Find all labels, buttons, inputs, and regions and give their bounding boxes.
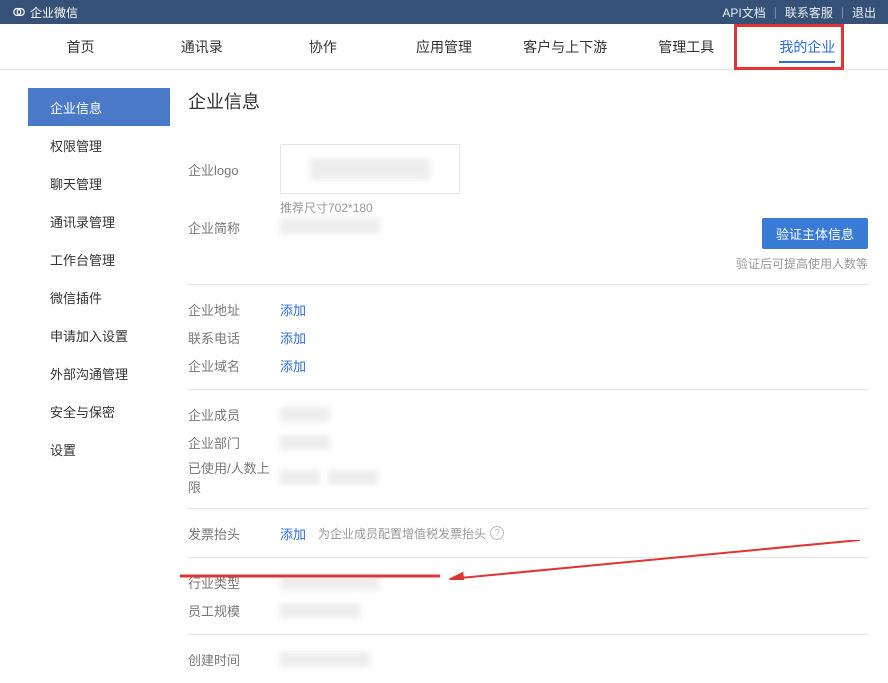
logo-frame[interactable] [280, 144, 460, 194]
support-link[interactable]: 联系客服 [785, 4, 833, 21]
short-name-label: 企业简称 [188, 218, 280, 237]
brand: 企业微信 [12, 4, 78, 21]
invoice-add-link[interactable]: 添加 [280, 524, 306, 543]
domain-add-link[interactable]: 添加 [280, 356, 306, 375]
invoice-desc: 为企业成员配置增值税发票抬头 [318, 525, 486, 542]
brand-icon [12, 5, 26, 19]
brand-label: 企业微信 [30, 4, 78, 21]
sidebar-item-permissions[interactable]: 权限管理 [28, 126, 170, 164]
members-value-redacted [280, 407, 330, 422]
logo-label: 企业logo [188, 144, 280, 179]
quota-used-redacted [280, 470, 320, 485]
scale-label: 员工规模 [188, 601, 280, 620]
phone-add-link[interactable]: 添加 [280, 328, 306, 347]
created-label: 创建时间 [188, 650, 280, 669]
separator: | [841, 5, 844, 19]
verify-note: 验证后可提高使用人数等 [736, 255, 868, 272]
sidebar-item-wechat-plugin[interactable]: 微信插件 [28, 278, 170, 316]
nav-apps[interactable]: 应用管理 [383, 24, 504, 69]
members-label: 企业成员 [188, 405, 280, 424]
nav-collab[interactable]: 协作 [262, 24, 383, 69]
sidebar-item-company-info[interactable]: 企业信息 [28, 88, 170, 126]
sidebar-item-settings[interactable]: 设置 [28, 430, 170, 468]
domain-label: 企业域名 [188, 356, 280, 375]
nav-home[interactable]: 首页 [20, 24, 141, 69]
page-title: 企业信息 [188, 88, 868, 114]
departments-label: 企业部门 [188, 433, 280, 452]
help-icon[interactable]: ? [490, 526, 504, 540]
quota-label: 已使用/人数上限 [188, 458, 280, 496]
nav-my-company[interactable]: 我的企业 [747, 24, 868, 69]
departments-value-redacted [280, 435, 330, 450]
sidebar-item-join-settings[interactable]: 申请加入设置 [28, 316, 170, 354]
nav-tools[interactable]: 管理工具 [626, 24, 747, 69]
address-add-link[interactable]: 添加 [280, 300, 306, 319]
logo-image-redacted [310, 158, 430, 180]
industry-label: 行业类型 [188, 573, 280, 592]
api-docs-link[interactable]: API文档 [722, 4, 765, 21]
logo-hint: 推荐尺寸702*180 [280, 199, 868, 216]
quota-limit-redacted [328, 470, 378, 485]
scale-value-redacted [280, 603, 360, 618]
sidebar-item-chat[interactable]: 聊天管理 [28, 164, 170, 202]
invoice-label: 发票抬头 [188, 524, 280, 543]
nav-customers[interactable]: 客户与上下游 [505, 24, 626, 69]
sidebar-item-contacts[interactable]: 通讯录管理 [28, 202, 170, 240]
sidebar-item-external[interactable]: 外部沟通管理 [28, 354, 170, 392]
logout-link[interactable]: 退出 [852, 4, 876, 21]
phone-label: 联系电话 [188, 328, 280, 347]
short-name-value-redacted [280, 218, 380, 234]
separator: | [774, 5, 777, 19]
sidebar-item-security[interactable]: 安全与保密 [28, 392, 170, 430]
address-label: 企业地址 [188, 300, 280, 319]
industry-value-redacted [280, 575, 380, 590]
created-value-redacted [280, 652, 370, 667]
sidebar-item-workspace[interactable]: 工作台管理 [28, 240, 170, 278]
verify-entity-button[interactable]: 验证主体信息 [762, 218, 868, 249]
nav-contacts[interactable]: 通讯录 [141, 24, 262, 69]
